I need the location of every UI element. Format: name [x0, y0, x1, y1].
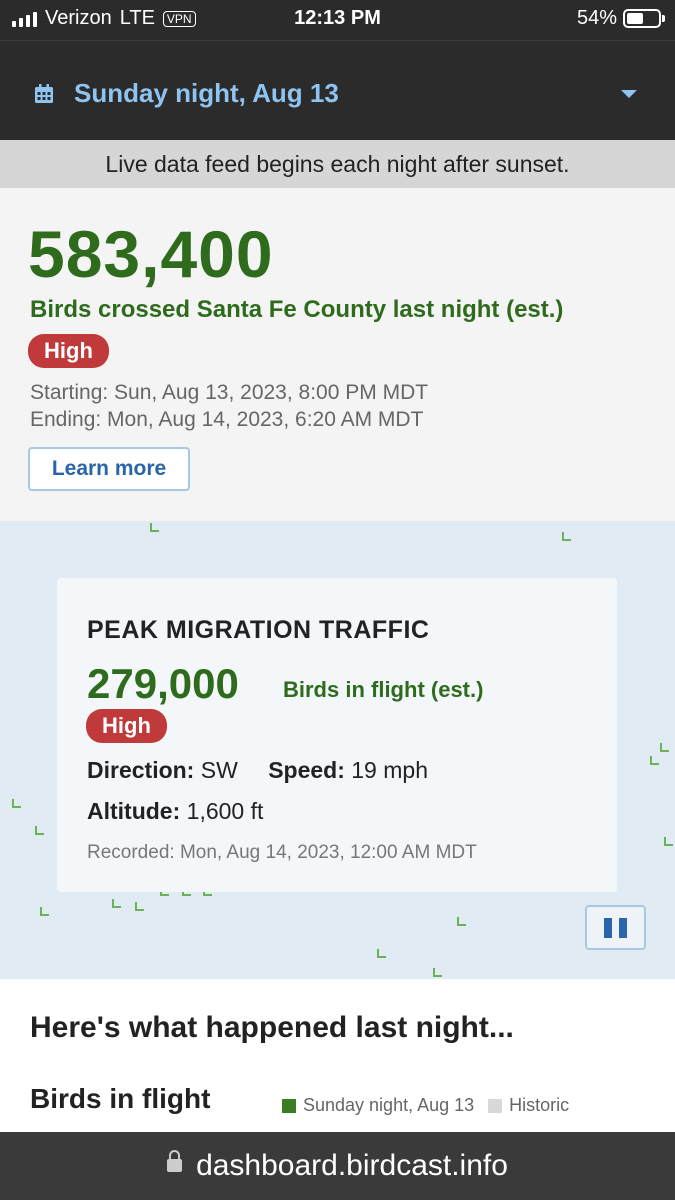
- peak-count: 279,000: [87, 660, 239, 707]
- learn-more-button[interactable]: Learn more: [28, 447, 190, 491]
- peak-unit: Birds in flight (est.): [283, 677, 484, 702]
- direction-value: SW: [200, 757, 238, 783]
- direction-speed-row: Direction: SW Speed: 19 mph: [87, 757, 428, 784]
- bird-marker: [562, 532, 571, 541]
- bird-marker: [457, 917, 466, 926]
- night-summary: 583,400 Birds crossed Santa Fe County la…: [0, 188, 675, 521]
- url-display[interactable]: dashboard.birdcast.info: [0, 1149, 675, 1183]
- bird-marker: [650, 756, 659, 765]
- bird-marker: [35, 826, 44, 835]
- bird-marker: [135, 902, 144, 911]
- pause-button[interactable]: [585, 905, 646, 950]
- speed-value: 19 mph: [351, 757, 428, 783]
- battery-icon: [623, 9, 665, 28]
- legend-label: Historic: [509, 1095, 570, 1115]
- end-time: Ending: Mon, Aug 14, 2023, 6:20 AM MDT: [30, 408, 424, 431]
- bird-marker: [150, 523, 159, 532]
- altitude-row: Altitude: 1,600 ft: [87, 798, 263, 825]
- intensity-badge: High: [28, 334, 109, 368]
- birds-crossed-count: 583,400: [28, 217, 274, 291]
- status-time: 12:13 PM: [294, 7, 381, 29]
- speed-label: Speed:: [268, 757, 345, 783]
- section-heading: Here's what happened last night...: [30, 1011, 514, 1044]
- browser-url-bar[interactable]: dashboard.birdcast.info: [0, 1132, 675, 1200]
- legend-swatch: [282, 1098, 296, 1113]
- status-bar: Verizon LTE VPN 12:13 PM 54%: [0, 0, 675, 40]
- recorded-time: Recorded: Mon, Aug 14, 2023, 12:00 AM MD…: [87, 842, 477, 863]
- chart-legend: Sunday night, Aug 13 Historic: [282, 1095, 583, 1116]
- direction-label: Direction:: [87, 757, 195, 783]
- bird-marker: [664, 837, 673, 846]
- start-time: Starting: Sun, Aug 13, 2023, 8:00 PM MDT: [30, 381, 429, 404]
- migration-map: PEAK MIGRATION TRAFFIC 279,000 Birds in …: [0, 521, 675, 979]
- legend-item-historic: Historic: [488, 1095, 569, 1116]
- bird-marker: [40, 907, 49, 916]
- chevron-down-icon[interactable]: [621, 90, 637, 98]
- birds-in-flight-title: Birds in flight: [30, 1083, 211, 1114]
- url-text: dashboard.birdcast.info: [196, 1149, 508, 1182]
- time-range: Starting: Sun, Aug 13, 2023, 8:00 PM MDT…: [30, 379, 428, 433]
- lock-icon: [167, 1149, 183, 1172]
- bird-marker: [112, 899, 121, 908]
- bird-marker: [660, 743, 669, 752]
- status-right: 54%: [576, 7, 665, 30]
- pause-icon-bar: [604, 918, 612, 938]
- birds-crossed-caption: Birds crossed Santa Fe County last night…: [30, 296, 564, 323]
- peak-title: PEAK MIGRATION TRAFFIC: [87, 616, 430, 644]
- legend-swatch: [488, 1098, 503, 1113]
- date-selector[interactable]: Sunday night, Aug 13: [0, 40, 675, 140]
- peak-traffic-card: PEAK MIGRATION TRAFFIC 279,000 Birds in …: [57, 578, 617, 892]
- legend-item-current: Sunday night, Aug 13: [282, 1095, 474, 1116]
- legend-label: Sunday night, Aug 13: [303, 1095, 475, 1115]
- live-feed-banner: Live data feed begins each night after s…: [0, 140, 675, 188]
- battery-percent: 54%: [576, 7, 617, 29]
- date-label: Sunday night, Aug 13: [74, 78, 339, 108]
- altitude-value: 1,600 ft: [186, 798, 264, 824]
- peak-intensity-badge: High: [86, 709, 167, 743]
- altitude-label: Altitude:: [87, 798, 181, 824]
- bird-marker: [433, 968, 442, 977]
- pause-icon-bar: [619, 918, 627, 938]
- bird-marker: [12, 799, 21, 808]
- calendar-icon: [35, 84, 53, 103]
- bird-marker: [377, 949, 386, 958]
